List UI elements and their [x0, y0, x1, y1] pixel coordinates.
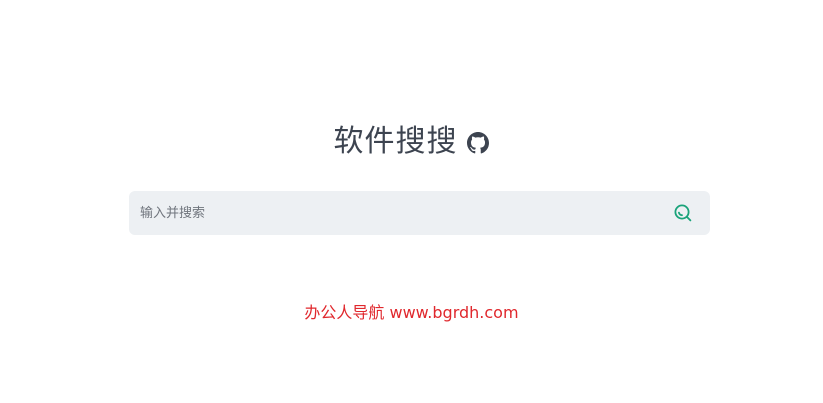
search-button[interactable] — [668, 191, 698, 235]
header: 软件搜搜 — [0, 118, 823, 166]
search-icon — [674, 204, 692, 222]
search-bar — [129, 191, 710, 235]
github-icon — [466, 132, 489, 154]
page-title: 软件搜搜 — [333, 124, 458, 159]
page: 软件搜搜 办公人导航 www.bgrdh.com — [0, 0, 823, 403]
footer-link[interactable]: 办公人导航 www.bgrdh.com — [0, 301, 823, 325]
github-link[interactable] — [466, 131, 490, 155]
search-input[interactable] — [129, 191, 668, 235]
